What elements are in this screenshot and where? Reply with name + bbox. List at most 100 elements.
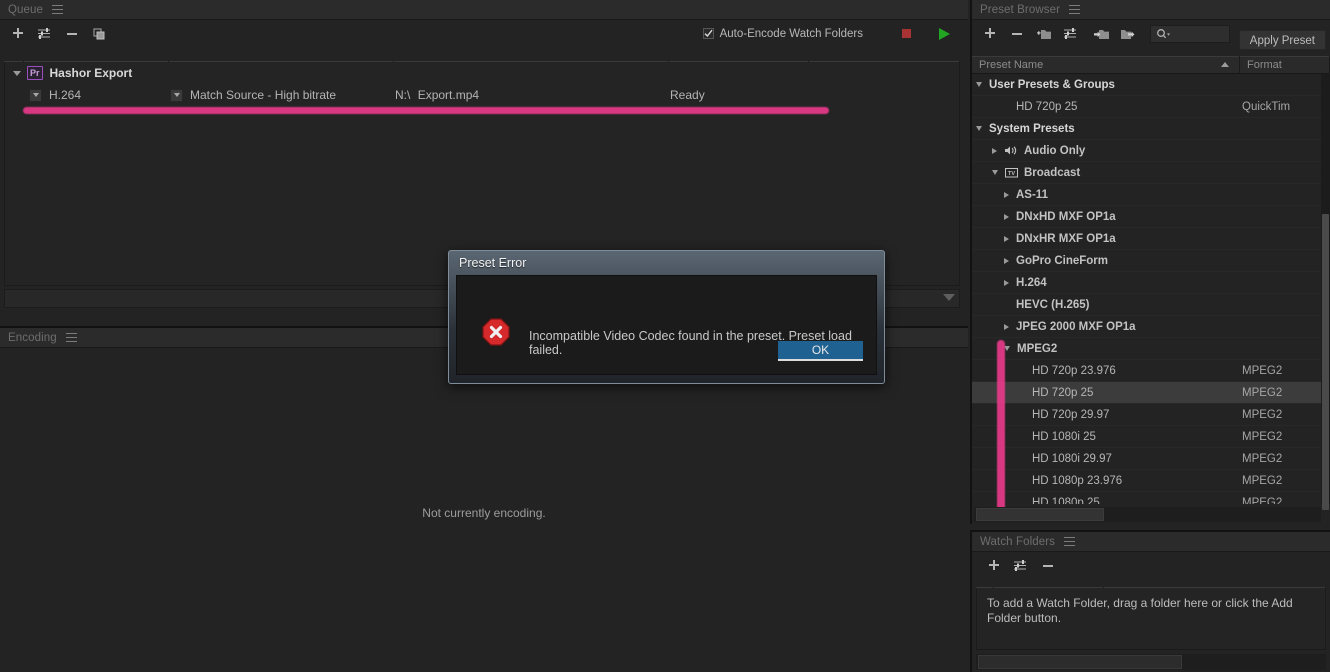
preset-row-name-cell: Audio Only xyxy=(972,145,1242,157)
new-folder-icon[interactable] xyxy=(1030,23,1057,45)
queue-row-format-cell[interactable]: H.264 xyxy=(5,88,170,102)
group-expander-icon[interactable] xyxy=(13,70,21,76)
add-source-icon[interactable] xyxy=(4,23,31,45)
auto-encode-label: Auto-Encode Watch Folders xyxy=(719,27,863,40)
delete-preset-icon[interactable] xyxy=(1003,23,1030,45)
dialog-ok-button[interactable]: OK xyxy=(778,341,863,361)
preset-search-input[interactable] xyxy=(1150,25,1230,43)
queue-row-preset-cell[interactable]: Match Source - High bitrate xyxy=(170,88,395,102)
format-dropdown-icon[interactable] xyxy=(29,88,42,102)
encoding-panel-menu-icon[interactable] xyxy=(65,333,77,342)
preset-row-name-cell: User Presets & Groups xyxy=(972,79,1242,91)
preset-vertical-scrollbar[interactable] xyxy=(1321,74,1330,510)
table-row[interactable]: H.264 Match Source - High bitrate N:\ Ex… xyxy=(5,84,959,106)
queue-row-output-file[interactable]: Export.mp4 xyxy=(418,88,479,102)
queue-group-row[interactable]: Pr Hashor Export xyxy=(5,62,959,84)
preset-browser-panel-menu-icon[interactable] xyxy=(1069,5,1081,14)
watch-folder-settings-icon[interactable] xyxy=(1007,555,1034,577)
preset-horizontal-scrollbar[interactable] xyxy=(974,507,1321,522)
preset-row[interactable]: DNxHD MXF OP1a xyxy=(972,206,1330,228)
expander-placeholder xyxy=(1004,104,1009,109)
chevron-right-icon[interactable] xyxy=(1004,191,1009,198)
sort-ascending-icon[interactable] xyxy=(1221,62,1229,67)
tab-watch-folders[interactable]: Watch Folders xyxy=(980,536,1055,548)
preset-col-format[interactable]: Format xyxy=(1240,56,1330,74)
preset-settings-icon[interactable] xyxy=(1057,23,1084,45)
preset-row-label: JPEG 2000 MXF OP1a xyxy=(1016,320,1136,333)
stop-queue-button[interactable] xyxy=(896,28,916,39)
chevron-right-icon[interactable] xyxy=(1004,213,1009,220)
preset-row-name-cell: H.264 xyxy=(972,277,1242,289)
chevron-down-icon[interactable] xyxy=(992,170,998,175)
preset-row[interactable]: User Presets & Groups xyxy=(972,74,1330,96)
queue-scroll-down-icon[interactable] xyxy=(943,294,955,301)
preset-row-label: Audio Only xyxy=(1024,144,1086,157)
preset-settings-icon[interactable] xyxy=(31,23,58,45)
chevron-down-icon[interactable] xyxy=(976,82,982,87)
preset-row[interactable]: HD 720p 25 QuickTim xyxy=(972,96,1330,118)
new-preset-icon[interactable] xyxy=(976,23,1003,45)
tab-queue[interactable]: Queue xyxy=(8,4,43,16)
watch-folders-toolbar xyxy=(972,552,1330,579)
preset-error-dialog: Preset Error Incompatible Video Codec fo… xyxy=(448,250,885,384)
preset-row[interactable]: HD 720p 23.976 MPEG2 xyxy=(972,360,1330,382)
watch-horizontal-scrollbar[interactable] xyxy=(976,654,1326,670)
tab-encoding[interactable]: Encoding xyxy=(8,332,57,344)
preset-row-name-cell: System Presets xyxy=(972,123,1242,135)
start-queue-button[interactable] xyxy=(934,27,954,41)
apply-preset-button[interactable]: Apply Preset xyxy=(1238,30,1326,50)
preset-row[interactable]: MPEG2 xyxy=(972,338,1330,360)
watch-hscrollbar-thumb[interactable] xyxy=(978,655,1182,669)
preset-row-label: Broadcast xyxy=(1024,166,1081,179)
import-preset-icon[interactable] xyxy=(1088,23,1115,45)
add-watch-folder-icon[interactable] xyxy=(980,555,1007,577)
export-preset-icon[interactable] xyxy=(1115,23,1142,45)
preset-row[interactable]: HD 720p 25 MPEG2 xyxy=(972,382,1330,404)
preset-row-label: GoPro CineForm xyxy=(1016,254,1109,267)
preset-dropdown-icon[interactable] xyxy=(170,88,183,102)
watch-folders-panel-menu-icon[interactable] xyxy=(1064,537,1076,546)
preset-col-name[interactable]: Preset Name xyxy=(972,56,1240,74)
watch-folders-list[interactable]: To add a Watch Folder, drag a folder her… xyxy=(976,588,1326,650)
chevron-right-icon[interactable] xyxy=(1004,257,1009,264)
preset-hscrollbar-thumb[interactable] xyxy=(976,508,1104,521)
preset-row[interactable]: HD 1080p 23.976 MPEG2 xyxy=(972,470,1330,492)
preset-row[interactable]: HD 1080p 25 MPEG2 xyxy=(972,492,1330,505)
tab-preset-browser[interactable]: Preset Browser xyxy=(980,4,1060,16)
preset-row-name-cell: JPEG 2000 MXF OP1a xyxy=(972,321,1242,333)
preset-row-label: HEVC (H.265) xyxy=(1016,298,1090,311)
remove-watch-folder-icon[interactable] xyxy=(1034,555,1061,577)
preset-col-name-label: Preset Name xyxy=(979,59,1044,71)
preset-row[interactable]: System Presets xyxy=(972,118,1330,140)
preset-row[interactable]: HD 1080i 29.97 MPEG2 xyxy=(972,448,1330,470)
preset-row[interactable]: JPEG 2000 MXF OP1a xyxy=(972,316,1330,338)
queue-row-output-cell[interactable]: N:\ Export.mp4 xyxy=(395,88,670,102)
preset-row[interactable]: H.264 xyxy=(972,272,1330,294)
preset-row[interactable]: AS-11 xyxy=(972,184,1330,206)
queue-panel-menu-icon[interactable] xyxy=(52,5,64,14)
preset-row[interactable]: HD 720p 29.97 MPEG2 xyxy=(972,404,1330,426)
chevron-right-icon[interactable] xyxy=(1004,235,1009,242)
preset-scrollbar-thumb[interactable] xyxy=(1322,214,1329,510)
preset-row-format: MPEG2 xyxy=(1242,430,1283,443)
preset-row[interactable]: HEVC (H.265) xyxy=(972,294,1330,316)
chevron-right-icon[interactable] xyxy=(1004,323,1009,330)
remove-source-icon[interactable] xyxy=(58,23,85,45)
preset-row[interactable]: Audio Only xyxy=(972,140,1330,162)
preset-browser-tabbar: Preset Browser xyxy=(972,0,1330,20)
preset-row[interactable]: HD 1080i 25 MPEG2 xyxy=(972,426,1330,448)
chevron-right-icon[interactable] xyxy=(1004,279,1009,286)
preset-row-name-cell: MPEG2 xyxy=(972,343,1242,355)
preset-row-name-cell: DNxHD MXF OP1a xyxy=(972,211,1242,223)
preset-row-label: H.264 xyxy=(1016,276,1047,289)
preset-row[interactable]: TV Broadcast xyxy=(972,162,1330,184)
duplicate-icon[interactable] xyxy=(85,23,112,45)
preset-list: User Presets & Groups HD 720p 25 QuickTim S… xyxy=(972,74,1330,504)
chevron-right-icon[interactable] xyxy=(992,147,997,154)
watch-folders-tabbar: Watch Folders xyxy=(972,532,1330,552)
preset-row-label: DNxHR MXF OP1a xyxy=(1016,232,1116,245)
preset-row[interactable]: DNxHR MXF OP1a xyxy=(972,228,1330,250)
preset-row[interactable]: GoPro CineForm xyxy=(972,250,1330,272)
auto-encode-checkbox[interactable] xyxy=(702,28,714,39)
chevron-down-icon[interactable] xyxy=(976,126,982,131)
